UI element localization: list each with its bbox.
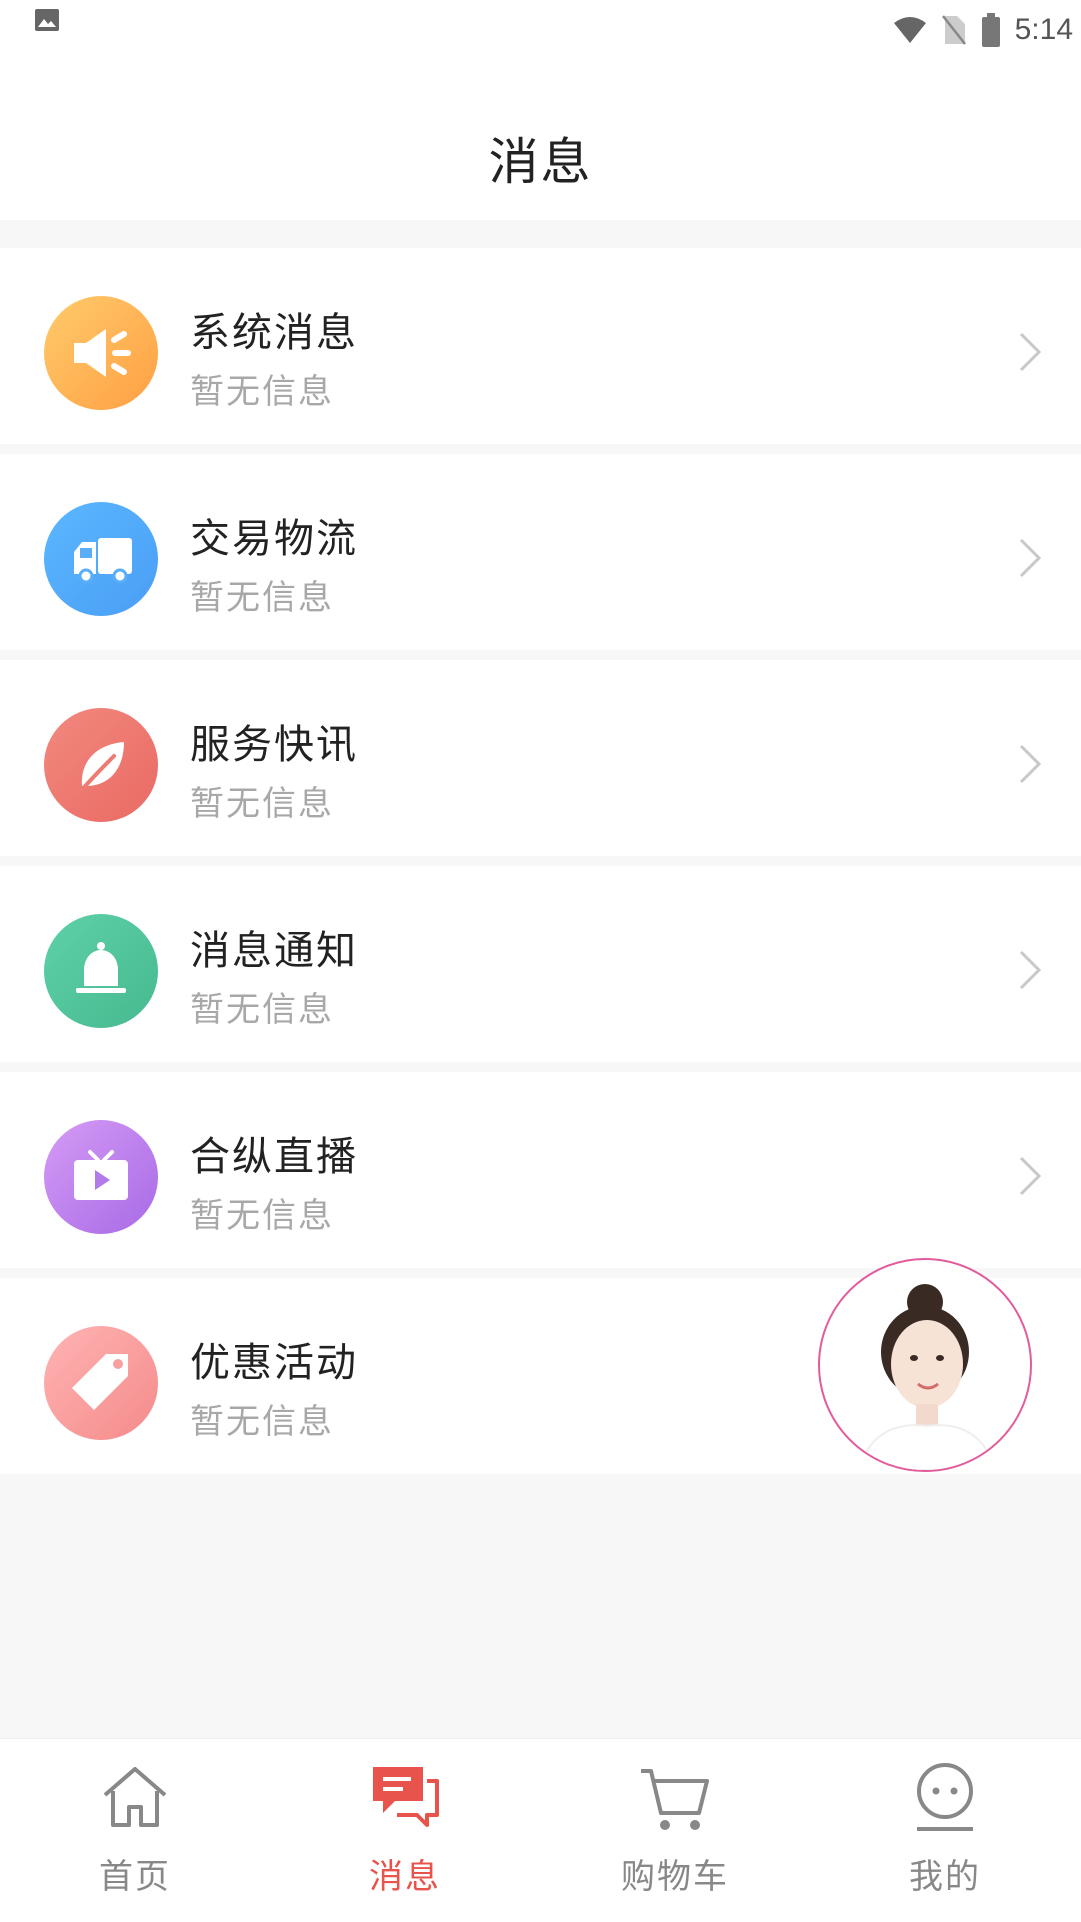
chevron-right-icon: [1019, 332, 1042, 372]
status-time: 5:14: [1014, 13, 1073, 46]
list-item-service-news[interactable]: 服务快讯 暂无信息: [0, 660, 1081, 856]
list-item-subtitle: 暂无信息: [190, 784, 334, 824]
list-item-title: 合纵直播: [190, 1134, 358, 1180]
tab-profile[interactable]: 我的: [810, 1739, 1080, 1922]
list-item-notifications[interactable]: 消息通知 暂无信息: [0, 866, 1081, 1062]
image-notification-icon: [35, 9, 59, 31]
status-icons: 5:14: [893, 10, 1073, 50]
tab-label: 首页: [99, 1857, 171, 1897]
avatar: [858, 1284, 996, 1470]
tab-messages[interactable]: 消息: [270, 1739, 540, 1922]
bottom-tab-bar: 首页 消息 购物车 我的: [0, 1738, 1081, 1922]
chat-icon: [373, 1767, 439, 1827]
page-title: 消息: [488, 133, 593, 191]
list-item-title: 交易物流: [190, 516, 358, 562]
list-item-subtitle: 暂无信息: [190, 372, 334, 412]
tab-cart[interactable]: 购物车: [540, 1739, 810, 1922]
bell-icon: [44, 914, 158, 1028]
cart-icon: [641, 1769, 709, 1830]
list-item-subtitle: 暂无信息: [190, 1196, 334, 1236]
status-bar: 5:14: [0, 0, 1081, 60]
home-icon: [103, 1767, 167, 1827]
list-item-title: 优惠活动: [190, 1340, 358, 1386]
tab-label: 购物车: [621, 1857, 729, 1897]
tab-home[interactable]: 首页: [0, 1739, 270, 1922]
tab-label: 我的: [909, 1857, 981, 1897]
battery-icon: [981, 13, 1000, 47]
tv-icon: [44, 1120, 158, 1234]
list-item-system-messages[interactable]: 系统消息 暂无信息: [0, 248, 1081, 444]
speaker-icon: [44, 296, 158, 410]
list-item-title: 消息通知: [190, 928, 358, 974]
chevron-right-icon: [1019, 538, 1042, 578]
list-item-trade-logistics[interactable]: 交易物流 暂无信息: [0, 454, 1081, 650]
header: 消息: [0, 60, 1081, 220]
tab-label: 消息: [369, 1857, 441, 1897]
list-item-title: 系统消息: [190, 310, 358, 356]
leaf-icon: [44, 708, 158, 822]
floating-assistant-avatar[interactable]: [818, 1258, 1032, 1472]
profile-icon: [917, 1763, 973, 1831]
wifi-icon: [893, 17, 926, 43]
chevron-right-icon: [1019, 950, 1042, 990]
list-item-title: 服务快讯: [190, 722, 358, 768]
no-sim-icon: [941, 15, 966, 45]
truck-icon: [44, 502, 158, 616]
list-item-live-broadcast[interactable]: 合纵直播 暂无信息: [0, 1072, 1081, 1268]
list-item-subtitle: 暂无信息: [190, 990, 334, 1030]
chevron-right-icon: [1019, 1156, 1042, 1196]
list-item-subtitle: 暂无信息: [190, 1402, 334, 1442]
list-item-subtitle: 暂无信息: [190, 578, 334, 618]
tag-icon: [44, 1326, 158, 1440]
chevron-right-icon: [1019, 744, 1042, 784]
